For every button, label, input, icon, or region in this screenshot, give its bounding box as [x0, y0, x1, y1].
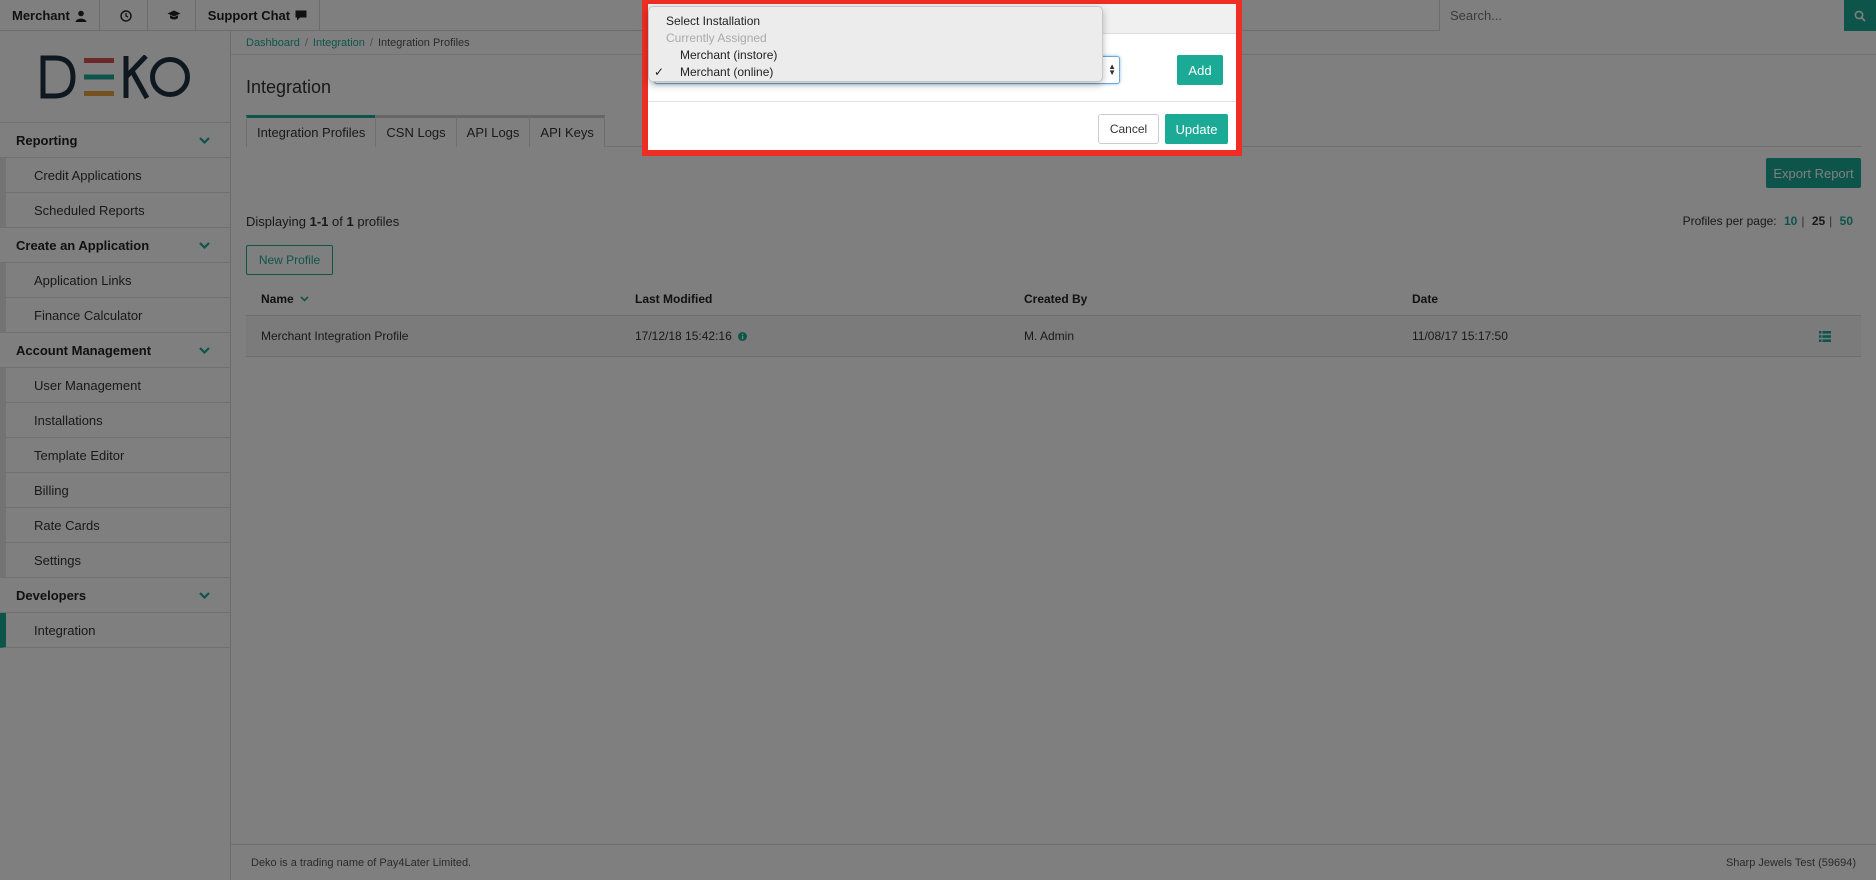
dropdown-option-label: Merchant (online)	[680, 64, 774, 79]
installation-dropdown-list: Select Installation Currently Assigned M…	[648, 6, 1103, 82]
dropdown-option-online[interactable]: ✓ Merchant (online)	[649, 63, 1102, 80]
dropdown-option-instore[interactable]: Merchant (instore)	[649, 46, 1102, 63]
select-arrows-icon: ▲ ▼	[1108, 62, 1116, 77]
dropdown-option-label: Merchant (instore)	[680, 47, 778, 62]
dropdown-option-placeholder[interactable]: Select Installation	[649, 12, 1102, 29]
checkmark-icon: ✓	[654, 65, 665, 79]
add-button[interactable]: Add	[1177, 55, 1223, 85]
dropdown-group-label: Currently Assigned	[666, 30, 767, 45]
modal-divider	[648, 101, 1236, 102]
cancel-button[interactable]: Cancel	[1098, 114, 1159, 144]
update-button[interactable]: Update	[1165, 114, 1228, 144]
